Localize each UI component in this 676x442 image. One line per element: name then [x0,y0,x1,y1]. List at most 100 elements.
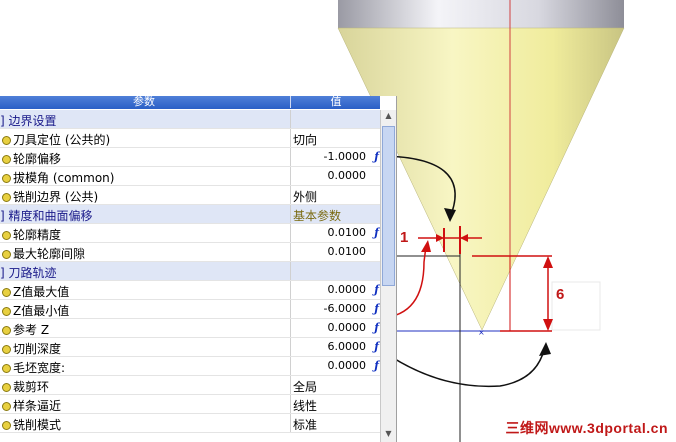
parameter-value: -1.0000 [323,150,366,163]
row-label-text: 参考 Z [13,323,50,337]
parameter-name: 铣削边界 (公共) [2,188,98,205]
parameter-value-cell[interactable]: 0.0000 ƒ [290,319,380,337]
tool-holder-cylinder [338,0,624,28]
parameter-value-cell[interactable]: 0.0100 ƒ [290,224,380,242]
row-label-text: 轮廓精度 [13,228,62,242]
parameter-value-cell [290,110,380,128]
bulb-icon [2,193,11,202]
scroll-down-icon[interactable]: ▼ [382,429,395,441]
bulb-icon [2,288,11,297]
parameter-name: 拔模角 (common) [2,169,114,186]
parameter-name: 轮廓精度 [2,226,61,243]
bulb-icon [2,345,11,354]
parameter-value-cell [290,262,380,280]
parameter-grid: 参数 值 ] 边界设置刀具定位 (公共的) 切向轮廓偏移 -1.0000 ƒ 拔模角 (… [0,96,397,442]
parameter-value: 切向 [293,133,318,147]
parameter-name: 样条逼近 [2,397,61,414]
bulb-icon [2,136,11,145]
row-label-text: 切削深度 [13,342,62,356]
vertical-scrollbar[interactable]: ▲ ▼ [380,110,396,442]
parameter-value: 0.0000 [327,321,367,334]
formula-icon[interactable]: ƒ [374,340,379,353]
bulb-icon [2,326,11,335]
parameter-value-cell[interactable]: 0.0100 [290,243,380,261]
parameter-row[interactable]: 样条逼近 线性 [0,395,380,414]
parameter-value: 0.0100 [327,226,367,239]
parameter-name: 刀具定位 (公共的) [2,131,110,148]
parameter-value-cell[interactable]: 0.0000 [290,167,380,185]
row-label-text: ] 刀路轨迹 [0,266,57,280]
parameter-value: 基本参数 [293,209,342,223]
category-label: ] 刀路轨迹 [0,264,57,281]
parameter-name: 切削深度 [2,340,61,357]
scroll-up-icon[interactable]: ▲ [382,111,395,123]
parameter-value: 标准 [293,418,318,432]
parameter-row[interactable]: 拔模角 (common) 0.0000 [0,167,380,186]
parameter-value: 外侧 [293,190,318,204]
parameter-value-cell[interactable]: 切向 [290,129,380,147]
parameter-row[interactable]: 轮廓偏移 -1.0000 ƒ [0,148,380,167]
category-row[interactable]: ] 精度和曲面偏移 基本参数 [0,205,380,224]
parameter-value: 0.0000 [327,283,367,296]
parameter-value-cell[interactable]: 全局 [290,376,380,394]
header-param[interactable]: 参数 [0,96,288,108]
parameter-row[interactable]: Z值最小值 -6.0000 ƒ [0,300,380,319]
parameter-row[interactable]: 铣削模式 标准 [0,414,380,433]
category-label: ] 边界设置 [0,112,57,129]
parameter-row[interactable]: 裁剪环 全局 [0,376,380,395]
parameter-name: Z值最大值 [2,283,69,300]
category-row[interactable]: ] 刀路轨迹 [0,262,380,281]
parameter-value-cell[interactable]: -6.0000 ƒ [290,300,380,318]
parameter-row[interactable]: 轮廓精度 0.0100 ƒ [0,224,380,243]
parameter-name: 铣削模式 [2,416,61,433]
parameter-row[interactable]: 最大轮廓间隙 0.0100 [0,243,380,262]
grid-rows: ] 边界设置刀具定位 (公共的) 切向轮廓偏移 -1.0000 ƒ 拔模角 (commo… [0,110,380,433]
row-label-text: 轮廓偏移 [13,152,62,166]
parameter-value: 6.0000 [327,340,367,353]
formula-icon[interactable]: ƒ [374,283,379,296]
category-row[interactable]: ] 边界设置 [0,110,380,129]
parameter-name: 裁剪环 [2,378,49,395]
parameter-value: 0.0100 [327,245,367,258]
parameter-value-cell[interactable]: 6.0000 ƒ [290,338,380,356]
row-label-text: 铣削模式 [13,418,62,432]
parameter-value: -6.0000 [323,302,366,315]
category-label: ] 精度和曲面偏移 [0,207,93,224]
bulb-icon [2,155,11,164]
parameter-row[interactable]: 参考 Z 0.0000 ƒ [0,319,380,338]
parameter-value-cell[interactable]: 标准 [290,414,380,432]
header-value[interactable]: 值 [290,96,381,108]
formula-icon[interactable]: ƒ [374,150,379,163]
parameter-row[interactable]: Z值最大值 0.0000 ƒ [0,281,380,300]
parameter-name: 轮廓偏移 [2,150,61,167]
parameter-row[interactable]: 铣削边界 (公共) 外侧 [0,186,380,205]
row-label-text: 刀具定位 (公共的) [13,133,111,147]
parameter-name: 毛坯宽度: [2,359,65,376]
parameter-row[interactable]: 毛坯宽度: 0.0000 ƒ [0,357,380,376]
parameter-value-cell: 基本参数 [290,205,380,223]
bulb-icon [2,421,11,430]
depth-label: 6 [556,286,565,303]
row-label-text: 拔模角 (common) [13,171,115,185]
depth-arrowhead-top [543,256,553,268]
parameter-value-cell[interactable]: 0.0000 ƒ [290,281,380,299]
formula-icon[interactable]: ƒ [374,226,379,239]
parameter-row[interactable]: 刀具定位 (公共的) 切向 [0,129,380,148]
bulb-icon [2,231,11,240]
row-label-text: 铣削边界 (公共) [13,190,99,204]
row-label-text: 样条逼近 [13,399,62,413]
parameter-row[interactable]: 切削深度 6.0000 ƒ [0,338,380,357]
parameter-value-cell[interactable]: 0.0000 ƒ [290,357,380,375]
bulb-icon [2,402,11,411]
row-label-text: 裁剪环 [13,380,50,394]
bulb-icon [2,250,11,259]
formula-icon[interactable]: ƒ [374,321,379,334]
parameter-value-cell[interactable]: -1.0000 ƒ [290,148,380,166]
formula-icon[interactable]: ƒ [374,359,379,372]
depth-callout-arrow [383,349,545,388]
formula-icon[interactable]: ƒ [374,302,379,315]
parameter-value-cell[interactable]: 线性 [290,395,380,413]
scroll-thumb[interactable] [382,126,395,286]
ref-z-arrowhead [421,240,431,252]
parameter-value-cell[interactable]: 外侧 [290,186,380,204]
